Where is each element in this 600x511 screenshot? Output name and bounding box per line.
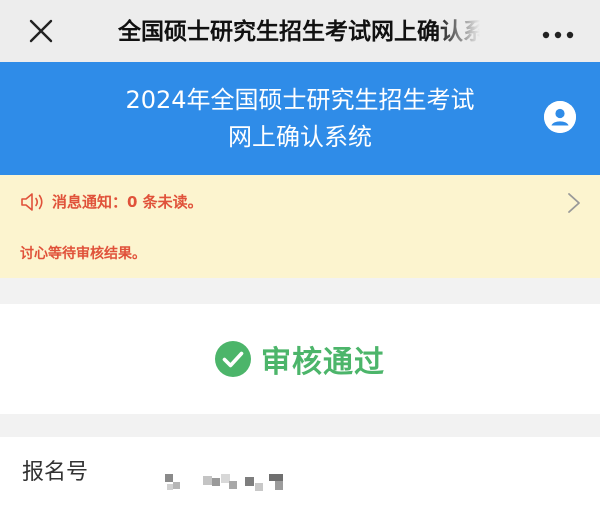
status-label: 审核通过: [261, 345, 385, 380]
more-icon: [542, 31, 574, 39]
info-card: [0, 437, 600, 511]
nav-title: 全国硕士研究生招生考试网上确认系统: [118, 19, 480, 45]
status-indicator: 审核通过: [215, 337, 385, 381]
header-title-line1: 2024年全国硕士研究生招生考试: [125, 86, 475, 114]
app-header: 2024年全国硕士研究生招生考试 网上确认系统: [0, 62, 600, 175]
user-button[interactable]: [544, 101, 576, 133]
chevron-right-icon: [568, 193, 580, 213]
message-notice-row[interactable]: 消息通知：0 条未读。: [0, 175, 600, 230]
masked-registration-number: [165, 474, 283, 491]
nav-bar: 全国硕士研究生招生考试网上确认系统: [0, 0, 600, 62]
status-card: 审核通过: [0, 304, 600, 414]
more-button[interactable]: [540, 26, 576, 39]
close-button[interactable]: [26, 16, 56, 46]
header-title: 2024年全国硕士研究生招生考试 网上确认系统: [60, 82, 540, 156]
marquee-notice-text: 讨心等待审核结果。: [20, 246, 146, 262]
speaker-icon: [21, 193, 43, 211]
user-icon: [544, 101, 576, 133]
registration-number-label: 报名号: [22, 460, 89, 485]
message-notice-text: 消息通知：0 条未读。: [52, 193, 203, 211]
check-circle-icon: [215, 341, 251, 377]
header-title-line2: 网上确认系统: [228, 123, 372, 151]
close-icon: [29, 19, 53, 43]
